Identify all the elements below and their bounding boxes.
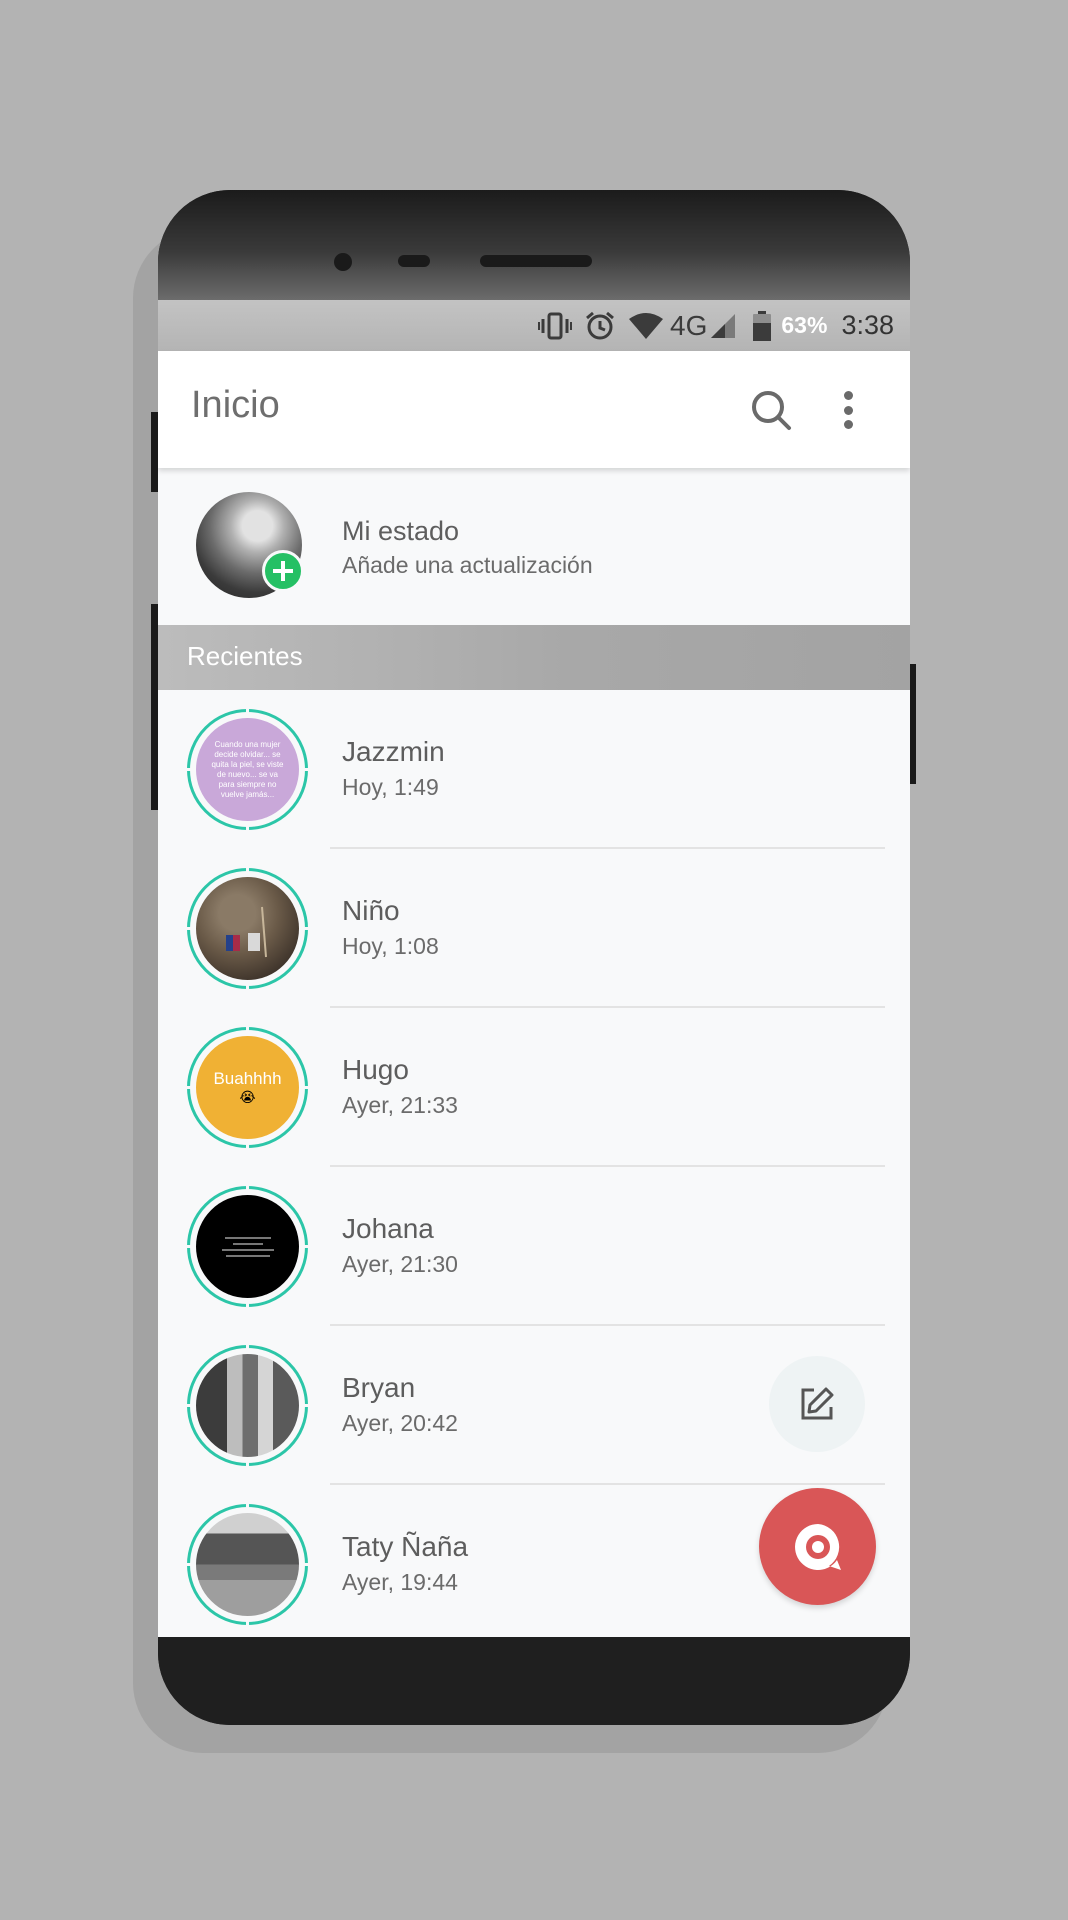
contact-name: Johana: [342, 1213, 434, 1244]
earpiece-speaker: [480, 255, 592, 267]
wifi-icon: [628, 312, 664, 340]
my-status-subtitle: Añade una actualización: [342, 552, 593, 578]
status-row[interactable]: Cuando una mujer decide olvidar... se qu…: [158, 690, 910, 849]
section-header: Recientes: [158, 625, 910, 690]
status-text-lines: [225, 1254, 270, 1257]
status-text-lines: [221, 1248, 274, 1251]
vibrate-icon: [538, 312, 573, 340]
status-text-lines: [232, 1242, 263, 1245]
network-type-label: 4G: [670, 309, 708, 341]
more-vert-icon-dot: [843, 405, 853, 415]
status-thumbnail: Cuando una mujer decide olvidar... se qu…: [196, 718, 299, 821]
more-options-button[interactable]: [833, 387, 863, 433]
new-status-button[interactable]: [759, 1488, 876, 1605]
status-thumbnail: Buahhhh 😭: [196, 1036, 299, 1139]
contact-name: Niño: [342, 895, 400, 926]
signal-icon: [709, 312, 737, 340]
section-title: Recientes: [187, 641, 303, 671]
status-image: [226, 906, 267, 958]
status-thumbnail: [196, 877, 299, 980]
proximity-sensor: [398, 255, 430, 267]
status-bar: 4G 63% 3:38: [158, 300, 910, 351]
my-status-title: Mi estado: [342, 516, 460, 546]
camera-icon: [794, 1523, 841, 1570]
status-time: Ayer, 19:44: [342, 1569, 458, 1595]
status-time: Hoy, 1:49: [342, 774, 439, 800]
screen: 4G 63% 3:38 Inicio Mi estado Añade una a…: [158, 300, 910, 1637]
clock: 3:38: [841, 310, 894, 340]
contact-name: Hugo: [342, 1054, 409, 1085]
alarm-icon: [584, 310, 616, 342]
status-thumbnail: [196, 1513, 299, 1616]
contact-name: Taty Ñaña: [342, 1531, 469, 1562]
power-button: [909, 664, 916, 784]
status-time: Ayer, 21:30: [342, 1251, 458, 1277]
battery-percent: 63%: [781, 312, 828, 338]
crying-emoji-icon: 😭: [239, 1089, 256, 1106]
contact-name: Jazzmin: [342, 736, 445, 767]
search-button[interactable]: [748, 387, 794, 433]
app-bar: Inicio: [158, 351, 910, 468]
status-row[interactable]: Johana Ayer, 21:30: [158, 1167, 910, 1326]
status-time: Ayer, 21:33: [342, 1092, 458, 1118]
status-row[interactable]: Niño Hoy, 1:08: [158, 849, 910, 1008]
battery-icon: [753, 310, 772, 341]
edit-icon: [801, 1387, 834, 1420]
edit-status-button[interactable]: [769, 1356, 865, 1452]
status-thumbnail-text: Cuando una mujer decide olvidar... se qu…: [211, 739, 284, 799]
status-text-lines: [224, 1236, 271, 1239]
status-time: Hoy, 1:08: [342, 933, 439, 959]
status-time: Ayer, 20:42: [342, 1410, 458, 1436]
phone-bottom-bezel: [158, 1635, 910, 1725]
status-thumbnail: [196, 1354, 299, 1457]
front-camera: [334, 253, 352, 271]
status-row[interactable]: Buahhhh 😭 Hugo Ayer, 21:33: [158, 1008, 910, 1167]
status-thumbnail: [196, 1195, 299, 1298]
status-thumbnail-text: Buahhhh: [213, 1068, 282, 1088]
contact-name: Bryan: [342, 1372, 416, 1403]
my-status-row[interactable]: Mi estado Añade una actualización: [158, 470, 910, 625]
more-vert-icon-dot: [843, 391, 853, 400]
page-title: Inicio: [191, 384, 280, 426]
add-status-icon[interactable]: [262, 550, 304, 592]
more-vert-icon-dot: [843, 420, 853, 429]
phone-top-bezel: [158, 190, 910, 302]
search-icon: [752, 391, 791, 430]
